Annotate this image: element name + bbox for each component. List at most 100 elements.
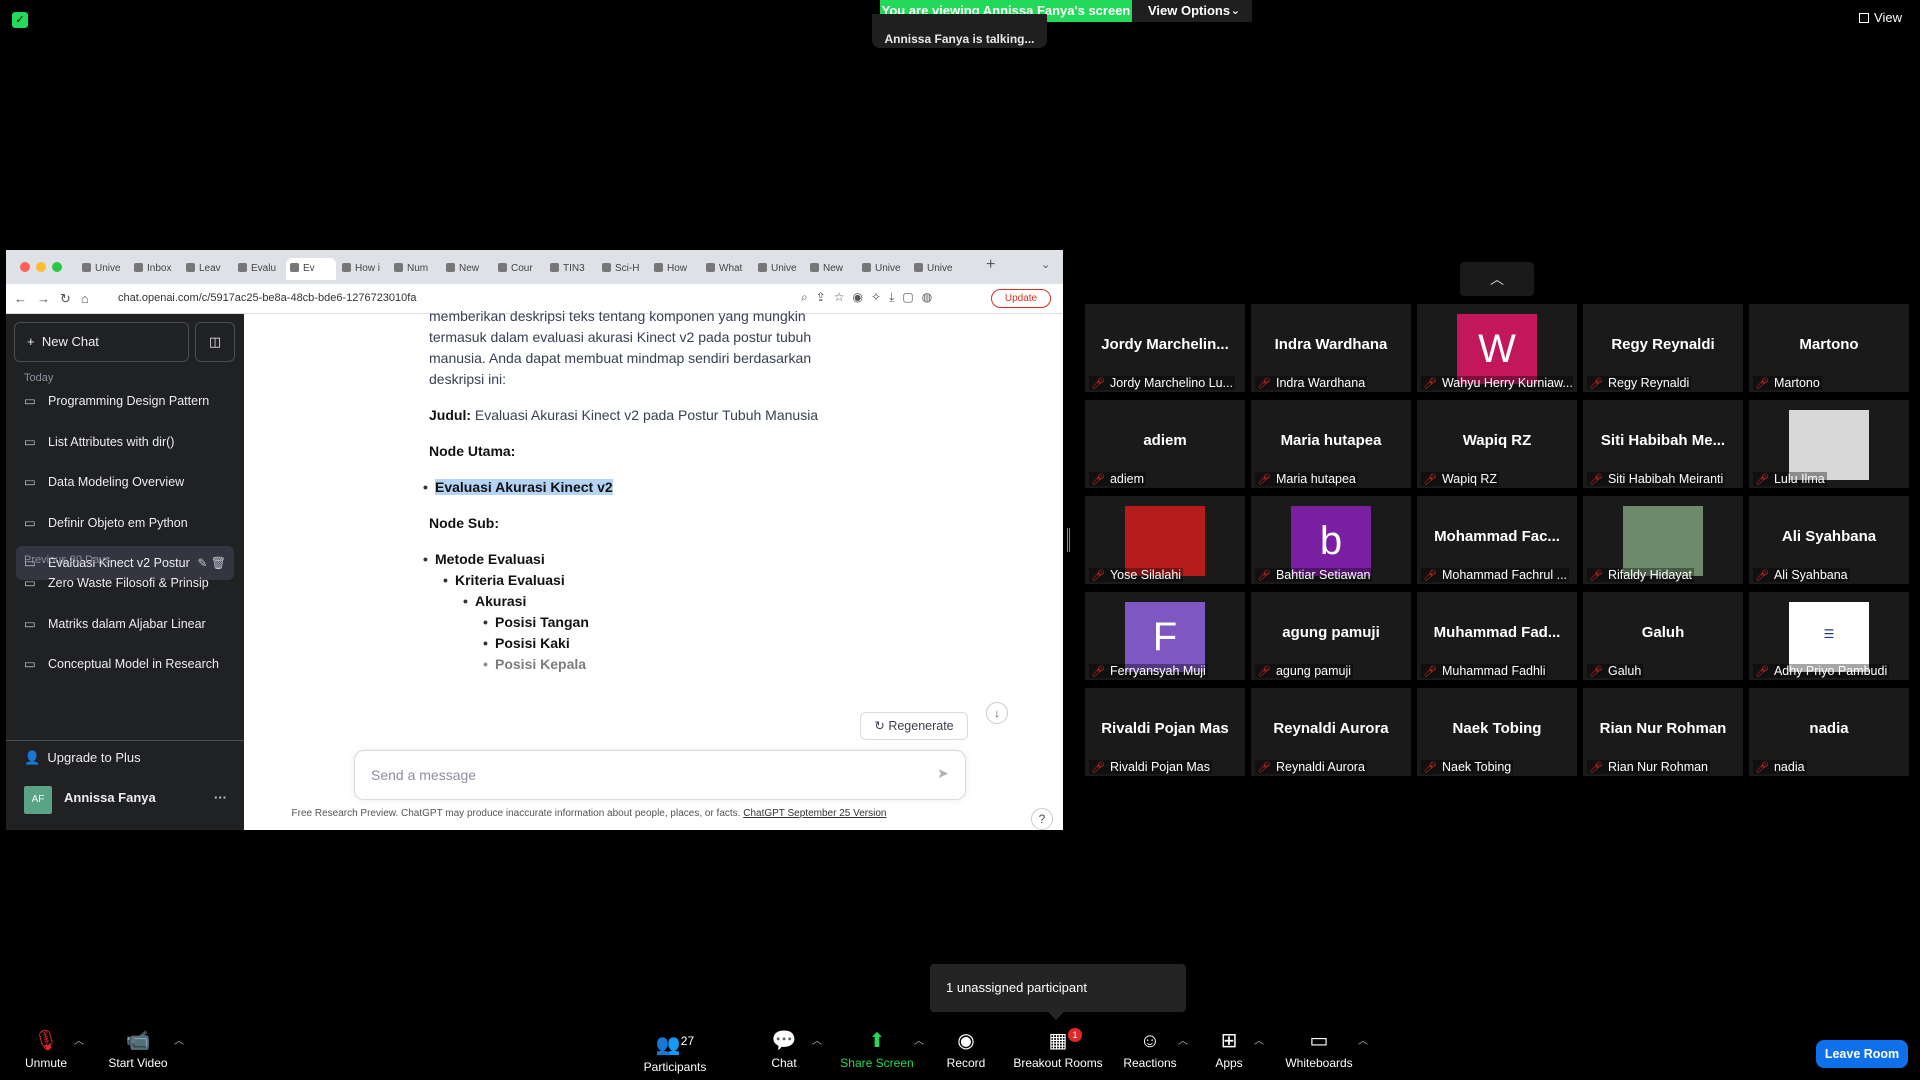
conversation-item[interactable]: ▭ List Attributes with dir() [16,425,234,459]
chat-button[interactable]: 💬 Chat ︿ [762,1030,822,1070]
browser-tab[interactable]: Ev [286,258,336,280]
participant-tile[interactable]: b 🎤︎ Bahtiar Setiawan [1251,496,1411,584]
participant-tile[interactable]: Indra Wardhana 🎤︎ Indra Wardhana [1251,304,1411,392]
caret-up-icon[interactable]: ︿ [812,1032,822,1047]
unmute-button[interactable]: 🎙 Unmute ︿ [22,1030,84,1070]
whiteboards-button[interactable]: ▭ Whiteboards ︿ [1284,1030,1368,1070]
browser-toolbar-icons[interactable]: ⌕⇪☆◉✧⤓▢◍ [801,290,940,305]
more-icon[interactable]: ··· [214,790,227,805]
message-input[interactable]: Send a message ➤ [354,750,966,800]
participant-tile[interactable]: Mohammad Fac... 🎤︎ Mohammad Fachrul ... [1417,496,1577,584]
browser-tab[interactable]: Unive [78,258,128,280]
browser-tab[interactable]: How [650,258,700,280]
caret-up-icon[interactable]: ︿ [1358,1032,1368,1047]
maximize-window-icon[interactable] [52,262,62,272]
view-options-button[interactable]: View Options ⌄ [1132,0,1252,22]
browser-update-button[interactable]: Update [991,289,1051,308]
conversation-item[interactable]: ▭ Matriks dalam Aljabar Linear [16,607,234,641]
user-menu[interactable]: AF Annissa Fanya ··· [24,786,227,814]
conversation-item[interactable]: ▭ Conceptual Model in Research [16,647,234,681]
send-icon[interactable]: ➤ [937,765,949,782]
conversation-item[interactable]: ▭ Zero Waste Filosofi & Prinsip [16,566,234,600]
participant-tile[interactable]: Rivaldi Pojan Mas 🎤︎ Rivaldi Pojan Mas [1085,688,1245,776]
reactions-button[interactable]: ☺ Reactions ︿ [1122,1030,1188,1070]
browser-tab[interactable]: Evalu [234,258,284,280]
participant-tile[interactable]: ☰ 🎤︎ Adhy Priyo Pambudi [1749,592,1909,680]
help-icon[interactable]: ? [1031,808,1053,830]
chatgpt-sidebar: + New Chat ◫ Today ▭ Programming Design P… [6,314,244,830]
browser-tab[interactable]: Num [390,258,440,280]
participant-tile[interactable]: Naek Tobing 🎤︎ Naek Tobing [1417,688,1577,776]
participant-tile[interactable]: F 🎤︎ Ferryansyah Muji [1085,592,1245,680]
scroll-down-icon[interactable]: ↓ [986,702,1008,724]
resize-handle[interactable] [1067,528,1070,552]
participant-tile[interactable]: Martono 🎤︎ Martono [1749,304,1909,392]
browser-tab[interactable]: Cour [494,258,544,280]
conversation-title: Zero Waste Filosofi & Prinsip [48,576,209,590]
navigation-icons[interactable]: ←→↻⌂ [14,291,99,307]
caret-up-icon[interactable]: ︿ [1254,1032,1264,1047]
caret-up-icon[interactable]: ︿ [1178,1032,1188,1047]
participant-tile[interactable]: Wapiq RZ 🎤︎ Wapiq RZ [1417,400,1577,488]
record-button[interactable]: ◉ Record [944,1030,988,1070]
muted-microphone-icon: 🎤︎ [1589,378,1603,390]
browser-tab[interactable]: New [806,258,856,280]
participant-tile[interactable]: 🎤︎ Rifaldy Hidayat [1583,496,1743,584]
url-field[interactable]: chat.openai.com/c/5917ac25-be8a-48cb-bde… [118,292,416,304]
browser-tab[interactable]: Unive [910,258,960,280]
browser-tab[interactable]: How i [338,258,388,280]
participant-tile[interactable]: W 🎤︎ Wahyu Herry Kurniaw... [1417,304,1577,392]
browser-tab[interactable]: New [442,258,492,280]
participant-tile[interactable]: adiem 🎤︎ adiem [1085,400,1245,488]
conversation-item[interactable]: ▭ Data Modeling Overview [16,465,234,499]
leave-room-button[interactable]: Leave Room [1816,1040,1908,1068]
close-window-icon[interactable] [20,262,30,272]
participant-tile[interactable]: Reynaldi Aurora 🎤︎ Reynaldi Aurora [1251,688,1411,776]
conversation-title: Definir Objeto em Python [48,515,188,530]
participant-tile[interactable]: 🎤︎ Lulu Ilma [1749,400,1909,488]
participant-tile[interactable]: Regy Reynaldi 🎤︎ Regy Reynaldi [1583,304,1743,392]
participant-tile[interactable]: Siti Habibah Me... 🎤︎ Siti Habibah Meirant… [1583,400,1743,488]
browser-tab[interactable]: Unive [858,258,908,280]
participant-tile[interactable]: agung pamuji 🎤︎ agung pamuji [1251,592,1411,680]
gallery-page-up-icon[interactable]: ︿ [1460,262,1534,296]
breakout-rooms-button[interactable]: ▦ 1 Breakout Rooms [1012,1028,1104,1070]
participant-tile[interactable]: Maria hutapea 🎤︎ Maria hutapea [1251,400,1411,488]
new-chat-button[interactable]: + New Chat [14,322,189,362]
participant-tile[interactable]: Rian Nur Rohman 🎤︎ Rian Nur Rohman [1583,688,1743,776]
browser-tab[interactable]: Leav [182,258,232,280]
participant-tile[interactable]: Jordy Marchelin... 🎤︎ Jordy Marchelino Lu.… [1085,304,1245,392]
participants-button[interactable]: 👥27 Participants [640,1030,710,1074]
security-shield-icon[interactable]: ✓ [12,12,28,28]
participant-tile[interactable]: Muhammad Fad... 🎤︎ Muhammad Fadhli [1417,592,1577,680]
participant-tile[interactable]: Ali Syahbana 🎤︎ Ali Syahbana [1749,496,1909,584]
caret-up-icon[interactable]: ︿ [174,1032,184,1047]
start-video-button[interactable]: 📹 Start Video ︿ [106,1030,184,1070]
muted-microphone-icon: 🎤︎ [1257,474,1271,486]
new-tab-plus-icon[interactable]: + [986,256,995,274]
minimize-window-icon[interactable] [36,262,46,272]
plus-icon: + [27,334,42,349]
participant-logo: ☰ [1789,602,1869,672]
apps-button[interactable]: ⊞ Apps ︿ [1212,1030,1264,1070]
browser-tab[interactable]: What [702,258,752,280]
regenerate-button[interactable]: ↻ Regenerate [860,712,968,740]
caret-up-icon[interactable]: ︿ [914,1032,924,1047]
caret-up-icon[interactable]: ︿ [74,1032,84,1047]
view-button[interactable]: View [1859,10,1902,25]
browser-tab[interactable]: Sci-H [598,258,648,280]
version-link[interactable]: ChatGPT September 25 Version [743,808,886,819]
participant-tile[interactable]: Galuh 🎤︎ Galuh [1583,592,1743,680]
browser-tab[interactable]: Inbox [130,258,180,280]
browser-tab[interactable]: Unive [754,258,804,280]
tab-search-chevron-icon[interactable]: ⌄ [1041,258,1050,271]
participant-tile[interactable]: nadia 🎤︎ nadia [1749,688,1909,776]
share-screen-button[interactable]: ⬆ Share Screen ︿ [840,1030,924,1070]
tab-favicon-icon [498,263,507,272]
conversation-item[interactable]: ▭ Definir Objeto em Python [16,506,234,540]
sidebar-toggle-icon[interactable]: ◫ [195,322,235,362]
participant-tile[interactable]: 🎤︎ Yose Silalahi [1085,496,1245,584]
upgrade-to-plus-button[interactable]: 👤 Upgrade to Plus [24,750,141,766]
conversation-item[interactable]: ▭ Programming Design Pattern [16,384,234,418]
browser-tab[interactable]: TIN3 [546,258,596,280]
